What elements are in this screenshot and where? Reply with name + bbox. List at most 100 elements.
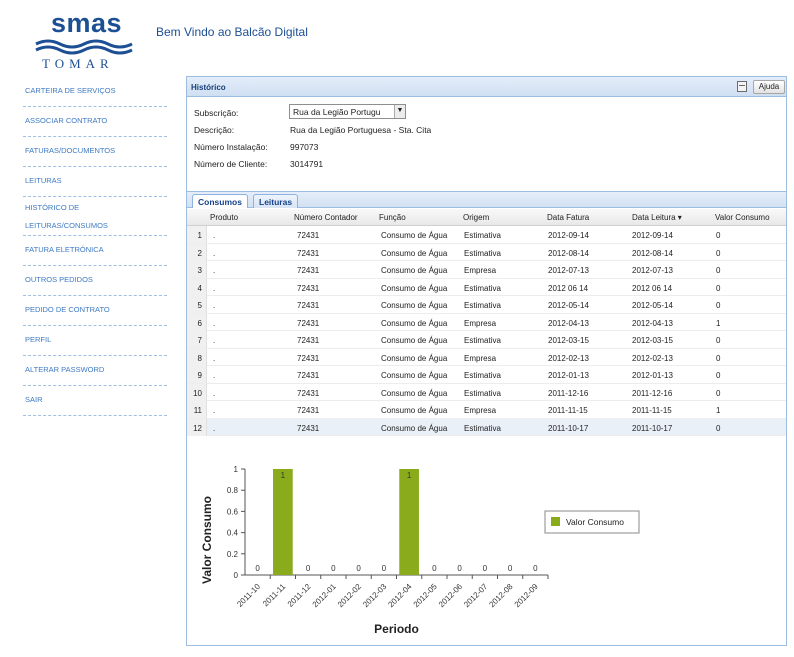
cell-valor-consumo: 0 <box>716 283 721 293</box>
column-data-fatura[interactable]: Data Fatura <box>547 213 589 222</box>
row-number: 9 <box>187 366 207 383</box>
bar-value-label: 0 <box>331 564 336 573</box>
bar-value-label: 0 <box>306 564 311 573</box>
cell-data-leitura: 2012-08-14 <box>632 248 673 258</box>
column-origem[interactable]: Origem <box>463 213 489 222</box>
cell-valor-consumo: 0 <box>716 231 721 240</box>
cell-data-leitura: 2012-07-13 <box>632 266 673 275</box>
subscricao-value: Rua da Legião Portugu <box>293 107 381 117</box>
chart-bar <box>399 469 419 575</box>
table-row[interactable]: 6. 72431 Consumo de Água Empresa 2012-04-13 2… <box>187 313 786 331</box>
table-row[interactable]: 7. 72431 Consumo de Água Estimativa 2012-03-… <box>187 331 786 349</box>
table-header: Produto Número Contador Função Origem Da… <box>187 209 786 226</box>
table-row[interactable]: 2. 72431 Consumo de Água Estimativa 2012-08-… <box>187 243 786 261</box>
cell-produto: . <box>213 371 216 380</box>
cell-funcao: Consumo de Água <box>381 371 448 380</box>
cell-produto: . <box>213 231 216 240</box>
cell-numero-contador: 72431 <box>297 301 320 310</box>
x-tick-label: 2012-09 <box>513 582 541 610</box>
y-tick-label: 0.8 <box>227 486 239 495</box>
column-data-leitura[interactable]: Data Leitura ▾ <box>632 213 682 222</box>
sidebar-item-faturas-documentos[interactable]: FATURAS/DOCUMENTOS <box>23 137 167 167</box>
tab-leituras[interactable]: Leituras <box>253 194 299 208</box>
cell-origem: Empresa <box>464 353 497 363</box>
bar-value-label: 0 <box>483 564 488 573</box>
tab-bar: Consumos Leituras <box>187 191 786 208</box>
descricao-label: Descrição: <box>194 125 235 135</box>
table-row[interactable]: 5. 72431 Consumo de Água Estimativa 2012-05-… <box>187 296 786 314</box>
column-valor-consumo[interactable]: Valor Consumo <box>715 213 770 222</box>
table-row[interactable]: 3. 72431 Consumo de Água Empresa 2012-07-13 2… <box>187 261 786 279</box>
column-produto[interactable]: Produto <box>210 213 238 222</box>
cell-origem: Estimativa <box>464 231 501 240</box>
subscricao-select[interactable]: Rua da Legião Portugu ▼ <box>289 104 406 119</box>
sidebar-item-carteira-servicos[interactable]: CARTEIRA DE SERVIÇOS <box>23 77 167 107</box>
cell-produto: . <box>213 248 216 258</box>
table-row[interactable]: 12. 72431 Consumo de Água Estimativa 2011-10… <box>187 418 786 436</box>
sidebar-item-pedido-contrato[interactable]: PEDIDO DE CONTRATO <box>23 296 167 326</box>
column-numero-contador[interactable]: Número Contador <box>294 213 358 222</box>
subscricao-label: Subscrição: <box>194 108 239 118</box>
chevron-down-icon[interactable]: ▼ <box>394 105 405 118</box>
instalacao-value: 997073 <box>290 142 319 152</box>
bar-value-label: 0 <box>255 564 260 573</box>
logo-waves-icon <box>35 39 133 55</box>
table-row[interactable]: 9. 72431 Consumo de Água Estimativa 2012-01-… <box>187 366 786 384</box>
table-row[interactable]: 10. 72431 Consumo de Água Estimativa 2011-12… <box>187 383 786 401</box>
cell-origem: Estimativa <box>464 336 501 345</box>
cell-numero-contador: 72431 <box>297 231 320 240</box>
cell-produto: . <box>213 266 216 275</box>
table-row[interactable]: 11. 72431 Consumo de Água Empresa 2011-11-15… <box>187 401 786 419</box>
bar-value-label: 0 <box>382 564 387 573</box>
sidebar-item-fatura-eletronica[interactable]: FATURA ELETRÓNICA <box>23 236 167 266</box>
sidebar-item-historico[interactable]: HISTÓRICO DE LEITURAS/CONSUMOS <box>23 197 167 236</box>
sidebar-item-alterar-password[interactable]: ALTERAR PASSWORD <box>23 356 167 386</box>
tab-consumos[interactable]: Consumos <box>192 194 248 208</box>
bar-value-label: 1 <box>281 471 286 480</box>
print-icon[interactable] <box>737 81 747 92</box>
row-number: 1 <box>187 226 207 243</box>
cell-origem: Estimativa <box>464 423 501 433</box>
logo-city: TOMAR <box>42 56 114 71</box>
sidebar-item-sair[interactable]: SAIR <box>23 386 167 416</box>
cell-produto: . <box>213 336 216 345</box>
cell-data-leitura: 2011-10-17 <box>632 423 673 433</box>
table-row[interactable]: 4. 72431 Consumo de Água Estimativa 2012 06 … <box>187 278 786 296</box>
cell-origem: Estimativa <box>464 283 501 293</box>
sidebar-item-outros-pedidos[interactable]: OUTROS PEDIDOS <box>23 266 167 296</box>
smas-logo: smas TOMAR <box>34 8 134 74</box>
cell-valor-consumo: 0 <box>716 266 721 275</box>
cell-origem: Empresa <box>464 406 497 415</box>
column-funcao[interactable]: Função <box>379 213 406 222</box>
cell-origem: Estimativa <box>464 248 501 258</box>
chart-bar <box>273 469 293 575</box>
cell-data-leitura: 2012-03-15 <box>632 336 673 345</box>
sidebar-item-perfil[interactable]: PERFIL <box>23 326 167 356</box>
x-axis-label: Periodo <box>374 622 419 636</box>
help-button[interactable]: Ajuda <box>753 80 785 94</box>
cell-data-leitura: 2012-04-13 <box>632 318 673 328</box>
cell-funcao: Consumo de Água <box>381 423 448 433</box>
cell-funcao: Consumo de Água <box>381 318 448 328</box>
cell-data-fatura: 2011-12-16 <box>548 388 589 398</box>
cell-valor-consumo: 0 <box>716 248 721 258</box>
welcome-title: Bem Vindo ao Balcão Digital <box>156 25 308 39</box>
cell-data-leitura: 2011-12-16 <box>632 388 673 398</box>
sidebar-item-leituras[interactable]: LEITURAS <box>23 167 167 197</box>
cell-data-fatura: 2012-09-14 <box>548 231 589 240</box>
bar-value-label: 0 <box>457 564 462 573</box>
sidebar-item-associar-contrato[interactable]: ASSOCIAR CONTRATO <box>23 107 167 137</box>
table-row[interactable]: 1. 72431 Consumo de Água Estimativa 2012-09-… <box>187 226 786 244</box>
cell-funcao: Consumo de Água <box>381 388 448 398</box>
cell-numero-contador: 72431 <box>297 353 320 363</box>
row-number: 8 <box>187 348 207 366</box>
row-number: 10 <box>187 383 207 401</box>
y-tick-label: 0.4 <box>227 529 239 538</box>
row-number: 12 <box>187 418 207 436</box>
x-tick-label: 2012-03 <box>361 582 389 610</box>
table-body: 1. 72431 Consumo de Água Estimativa 2012-09-… <box>187 226 786 436</box>
sidebar-item-historico-line1: HISTÓRICO DE <box>25 203 80 212</box>
cell-numero-contador: 72431 <box>297 283 320 293</box>
y-tick-label: 0 <box>234 571 239 580</box>
table-row[interactable]: 8. 72431 Consumo de Água Empresa 2012-02-13 2… <box>187 348 786 366</box>
